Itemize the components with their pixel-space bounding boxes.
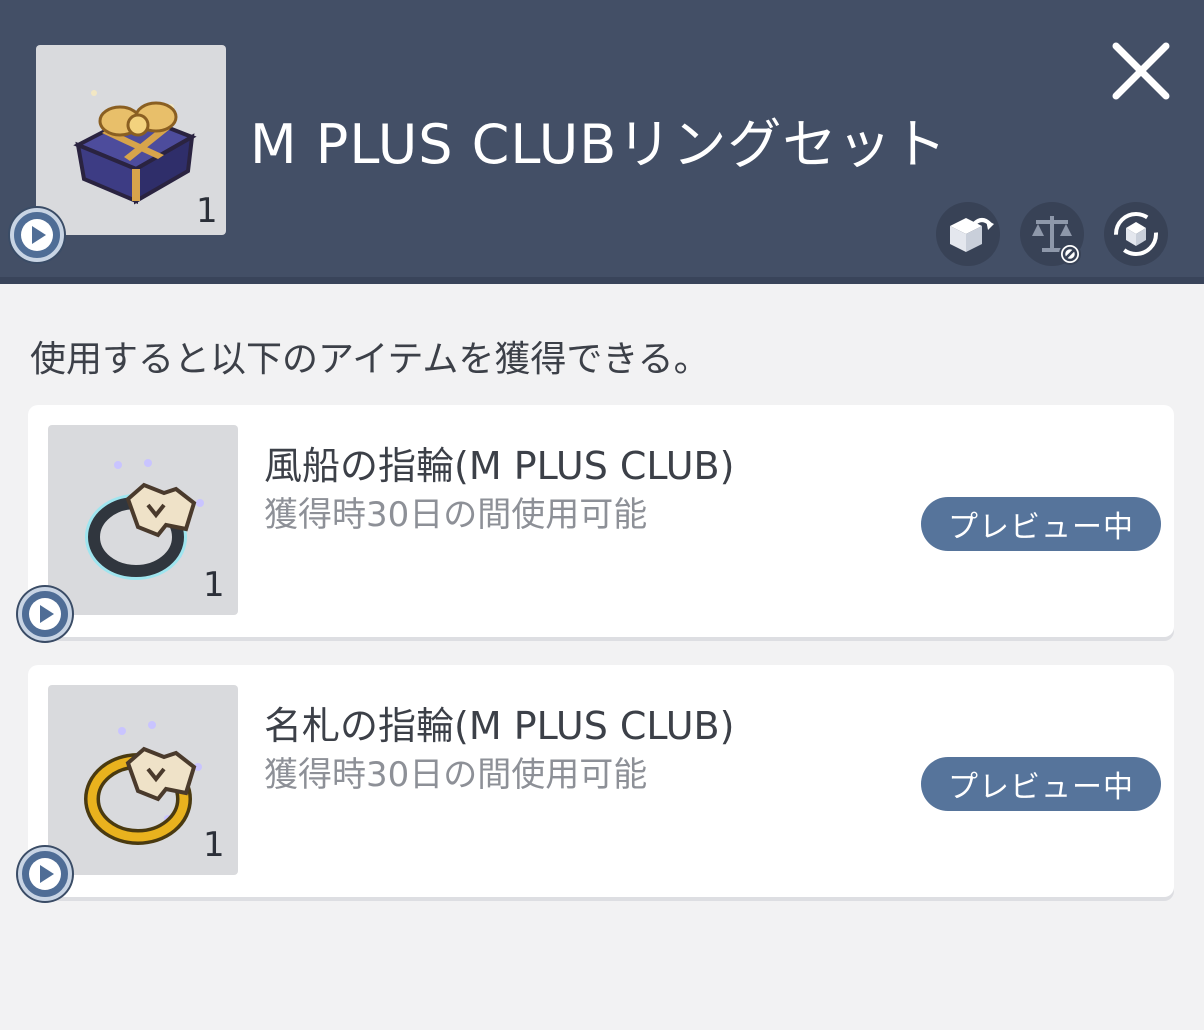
preview-button[interactable]: プレビュー中 — [921, 757, 1161, 811]
reward-item-name: 名札の指輪(M PLUS CLUB) — [264, 704, 735, 748]
reward-item-quantity: 1 — [203, 825, 225, 865]
item-title: M PLUS CLUBリングセット — [250, 113, 948, 176]
play-badge-icon[interactable] — [18, 587, 72, 641]
play-badge-icon[interactable] — [10, 208, 64, 262]
reward-item-card[interactable]: 1 風船の指輪(M PLUS CLUB) 獲得時30日の間使用可能 プレビュー中 — [18, 405, 1174, 641]
close-icon[interactable] — [1108, 38, 1174, 104]
item-quantity: 1 — [196, 191, 218, 231]
preview-button[interactable]: プレビュー中 — [921, 497, 1161, 551]
exchange-cycle-icon[interactable] — [1104, 202, 1168, 266]
item-header: 1 M PLUS CLUBリングセット — [0, 0, 1204, 277]
reward-item-slot[interactable]: 1 — [48, 425, 238, 615]
reward-item-quantity: 1 — [203, 565, 225, 605]
play-badge-icon[interactable] — [18, 847, 72, 901]
reward-item-duration: 獲得時30日の間使用可能 — [264, 755, 648, 795]
reward-item-slot[interactable]: 1 — [48, 685, 238, 875]
header-divider — [0, 277, 1204, 284]
contents-description: 使用すると以下のアイテムを獲得できる。 — [30, 339, 710, 380]
reward-item-duration: 獲得時30日の間使用可能 — [264, 495, 648, 535]
main-item-slot[interactable]: 1 — [36, 45, 226, 235]
reward-item-card[interactable]: 1 名札の指輪(M PLUS CLUB) 獲得時30日の間使用可能 プレビュー中 — [18, 665, 1174, 901]
transfer-box-icon[interactable] — [936, 202, 1000, 266]
no-trade-scale-icon[interactable] — [1020, 202, 1084, 266]
reward-item-name: 風船の指輪(M PLUS CLUB) — [264, 444, 735, 488]
